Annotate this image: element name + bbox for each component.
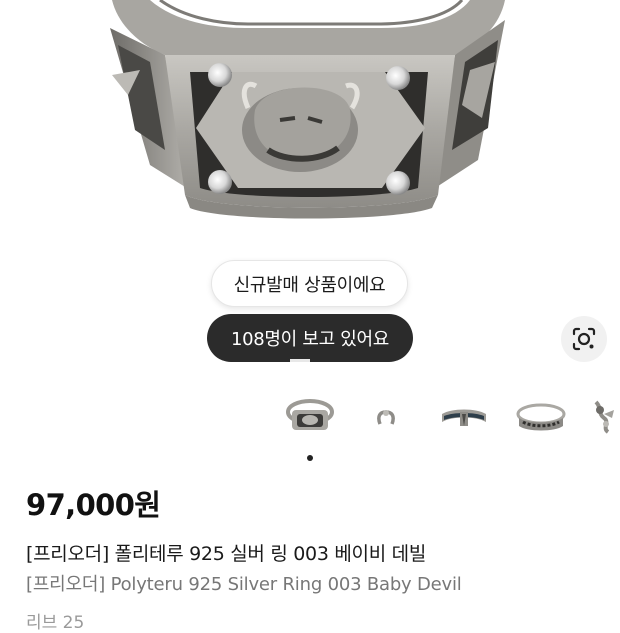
- ring-band-patterned-thumb: [516, 403, 566, 431]
- camera-lens-icon: [572, 327, 596, 351]
- viewers-progress-track: [207, 359, 413, 362]
- product-price: 97,000원: [26, 488, 161, 522]
- visual-search-button[interactable]: [561, 316, 607, 362]
- viewers-count-label: 108명이 보고 있어요: [230, 329, 390, 350]
- new-release-badge: 신규발매 상품이에요: [211, 260, 408, 307]
- thumbnail-3[interactable]: [438, 390, 490, 442]
- ring-band-enamel-thumb: [442, 409, 486, 426]
- viewers-progress-fill: [289, 359, 311, 362]
- ring-signet-thumb: [286, 399, 334, 430]
- thumbnail-strip: [0, 380, 620, 450]
- ring-small-thumb: [377, 410, 395, 425]
- ring-photo: [110, 0, 505, 219]
- thumbnail-5[interactable]: [590, 390, 620, 442]
- viewers-count-pill: 108명이 보고 있어요: [207, 314, 413, 362]
- product-title-english: [프리오더] Polyteru 925 Silver Ring 003 Baby…: [26, 574, 462, 595]
- product-title-korean: [프리오더] 폴리테루 925 실버 링 003 베이비 데빌: [26, 543, 427, 565]
- thumbnail-1[interactable]: [284, 390, 336, 442]
- pager-dot-active: [307, 455, 313, 461]
- thumbnail-2[interactable]: [360, 390, 412, 442]
- product-image[interactable]: [0, 0, 620, 248]
- thumbnail-4[interactable]: [515, 390, 567, 442]
- ring-ornate-thumb: [594, 400, 614, 434]
- review-summary-partial: 리브 25: [26, 613, 85, 633]
- new-release-label: 신규발매 상품이에요: [233, 274, 386, 296]
